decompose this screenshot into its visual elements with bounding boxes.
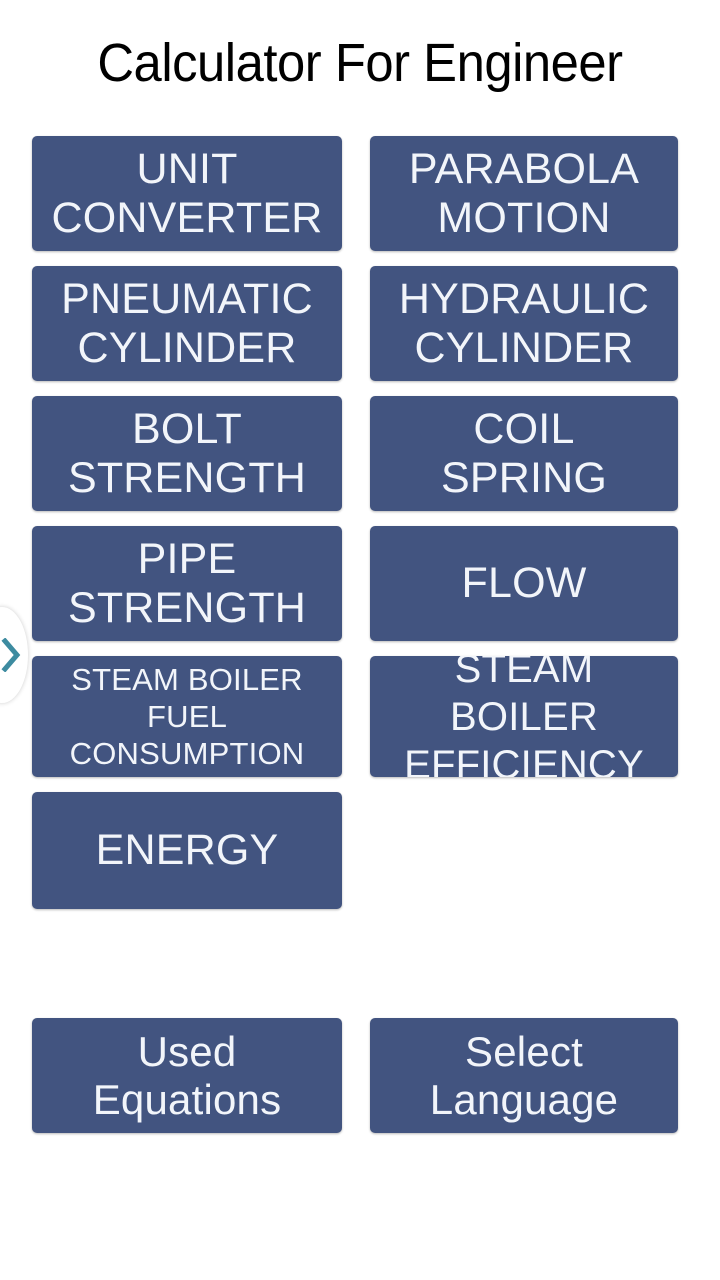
menu-button-unit-converter[interactable]: UNIT CONVERTER <box>32 136 342 251</box>
menu-row: ENERGY <box>32 792 678 909</box>
menu-row: BOLT STRENGTH COIL SPRING <box>32 396 678 511</box>
menu-row: PIPE STRENGTH FLOW <box>32 526 678 641</box>
menu-button-steam-boiler-fuel-consumption[interactable]: STEAM BOILER FUEL CONSUMPTION <box>32 656 342 777</box>
drawer-handle[interactable] <box>0 607 28 703</box>
select-language-button[interactable]: Select Language <box>370 1018 678 1133</box>
menu-button-energy[interactable]: ENERGY <box>32 792 342 909</box>
menu-row: UNIT CONVERTER PARABOLA MOTION <box>32 136 678 251</box>
menu-row: STEAM BOILER FUEL CONSUMPTION STEAM BOILER… <box>32 656 678 777</box>
page-title: Calculator For Engineer <box>97 33 623 93</box>
menu-row: PNEUMATIC CYLINDER HYDRAULIC CYLINDER <box>32 266 678 381</box>
menu-grid-empty-slot <box>370 792 678 909</box>
app-root: Calculator For Engineer UNIT CONVERTER PA… <box>0 0 720 1280</box>
menu-button-coil-spring[interactable]: COIL SPRING <box>370 396 678 511</box>
menu-button-flow[interactable]: FLOW <box>370 526 678 641</box>
calculator-menu-grid: UNIT CONVERTER PARABOLA MOTION PNEUMATIC CY… <box>32 136 678 924</box>
menu-button-hydraulic-cylinder[interactable]: HYDRAULIC CYLINDER <box>370 266 678 381</box>
used-equations-button[interactable]: Used Equations <box>32 1018 342 1133</box>
menu-button-pipe-strength[interactable]: PIPE STRENGTH <box>32 526 342 641</box>
bottom-action-bar: Used Equations Select Language <box>32 1018 678 1133</box>
menu-button-parabola-motion[interactable]: PARABOLA MOTION <box>370 136 678 251</box>
menu-button-steam-boiler-efficiency[interactable]: STEAM BOILER EFFICIENCY <box>370 656 678 777</box>
menu-button-bolt-strength[interactable]: BOLT STRENGTH <box>32 396 342 511</box>
chevron-right-icon <box>1 638 21 672</box>
menu-button-pneumatic-cylinder[interactable]: PNEUMATIC CYLINDER <box>32 266 342 381</box>
